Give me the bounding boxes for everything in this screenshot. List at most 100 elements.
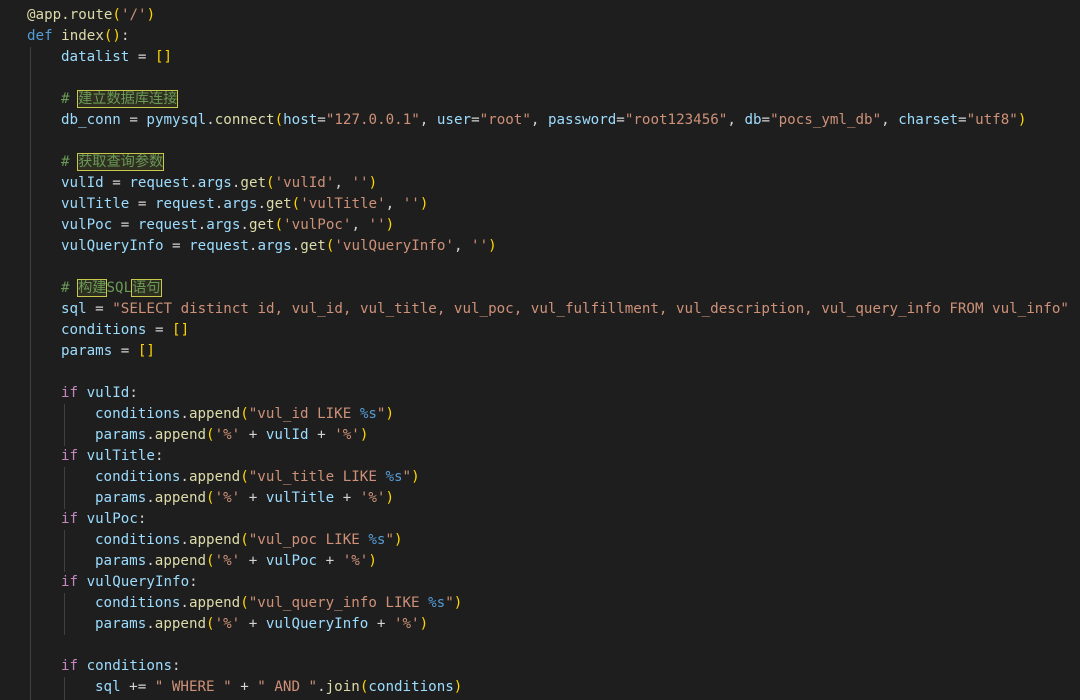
code-token: join xyxy=(325,679,360,695)
code-line[interactable]: conditions.append("vul_id LIKE %s") xyxy=(95,404,394,425)
code-token: ( xyxy=(112,7,121,23)
code-token: ) xyxy=(411,469,420,485)
code-token: [] xyxy=(154,49,173,65)
code-line[interactable]: conditions = [] xyxy=(61,320,189,341)
code-line[interactable]: if vulId: xyxy=(61,383,138,404)
code-line[interactable]: vulQueryInfo = request.args.get('vulQuer… xyxy=(61,236,497,257)
code-line[interactable]: if conditions: xyxy=(61,656,181,677)
code-token: = xyxy=(958,112,967,128)
code-token: = xyxy=(146,322,173,338)
code-token: 'vulPoc' xyxy=(283,217,352,233)
code-token: , xyxy=(727,112,745,128)
code-line[interactable]: if vulQueryInfo: xyxy=(61,572,198,593)
code-token: : xyxy=(189,574,198,590)
code-line[interactable]: # 构建SQL语句 xyxy=(61,278,162,299)
code-line[interactable]: params.append('%' + vulQueryInfo + '%') xyxy=(95,614,428,635)
code-token: , xyxy=(881,112,899,128)
code-token: append xyxy=(154,616,207,632)
code-token: ( xyxy=(206,490,215,506)
code-token: db_conn xyxy=(61,112,121,128)
code-token: "vul_poc LIKE xyxy=(248,532,369,548)
code-line[interactable]: def index(): xyxy=(27,26,130,47)
code-token: sql xyxy=(61,301,87,317)
code-token: params xyxy=(95,490,147,506)
code-token: . xyxy=(197,217,207,233)
code-line[interactable]: if vulTitle: xyxy=(61,446,164,467)
code-line[interactable]: conditions.append("vul_title LIKE %s") xyxy=(95,467,420,488)
code-token: '%' xyxy=(359,490,386,506)
code-line[interactable]: sql += " WHERE " + " AND ".join(conditio… xyxy=(95,677,462,698)
code-token: + xyxy=(308,427,335,443)
code-token: '/' xyxy=(120,7,147,23)
code-token: if xyxy=(61,448,87,464)
code-token: datalist xyxy=(61,49,130,65)
code-token: ( xyxy=(240,532,249,548)
code-token: = xyxy=(103,175,130,191)
code-token: 语句 xyxy=(131,279,162,297)
code-token: "root" xyxy=(479,112,531,128)
code-token: " WHERE " xyxy=(154,679,232,695)
code-token: ( xyxy=(240,469,249,485)
code-token: vulTitle xyxy=(265,490,335,506)
code-token: sql xyxy=(95,679,121,695)
code-token: . xyxy=(240,217,249,233)
code-line[interactable]: # 建立数据库连接 xyxy=(61,89,179,110)
code-token: ) xyxy=(385,217,395,233)
code-token: '' xyxy=(351,175,369,191)
code-token: ) xyxy=(385,406,394,422)
indent-guide xyxy=(64,593,65,635)
code-line[interactable]: db_conn = pymysql.connect(host="127.0.0.… xyxy=(61,110,1026,131)
code-line[interactable]: params.append('%' + vulId + '%') xyxy=(95,425,368,446)
code-token: ( xyxy=(291,196,301,212)
code-editor[interactable]: @app.route('/') def index(): datalist = []… xyxy=(0,0,1080,700)
code-line[interactable]: vulId = request.args.get('vulId', '') xyxy=(61,173,377,194)
code-token: vulId xyxy=(265,427,309,443)
code-line[interactable]: vulPoc = request.args.get('vulPoc', '') xyxy=(61,215,394,236)
code-token: = xyxy=(129,196,155,212)
indent-guide xyxy=(64,530,65,572)
code-token: , xyxy=(334,175,352,191)
code-token: conditions xyxy=(368,679,454,695)
code-token: : xyxy=(172,658,181,674)
code-token: append xyxy=(154,553,207,569)
code-token: conditions xyxy=(95,595,181,611)
code-line[interactable]: datalist = [] xyxy=(61,47,172,68)
code-token: . xyxy=(180,595,189,611)
code-token: + xyxy=(240,490,266,506)
code-token: @app.route xyxy=(27,7,113,23)
code-token: ) xyxy=(359,427,369,443)
code-line[interactable]: sql = "SELECT distinct id, vul_id, vul_t… xyxy=(61,299,1069,320)
code-token: "utf8" xyxy=(966,112,1018,128)
indent-guide xyxy=(64,404,65,446)
code-line[interactable]: params.append('%' + vulTitle + '%') xyxy=(95,488,394,509)
code-token: ( xyxy=(240,595,249,611)
code-token: append xyxy=(188,469,241,485)
code-token: ) xyxy=(146,7,156,23)
code-token: "pocs_yml_db" xyxy=(770,112,882,128)
code-token: vulPoc xyxy=(61,217,113,233)
code-line[interactable]: # 获取查询参数 xyxy=(61,152,165,173)
code-token: ( xyxy=(240,406,249,422)
code-token: if xyxy=(61,385,87,401)
code-line[interactable]: vulTitle = request.args.get('vulTitle', … xyxy=(61,194,428,215)
code-token: %s xyxy=(385,469,403,485)
code-line[interactable]: if vulPoc: xyxy=(61,509,146,530)
code-token: SQL xyxy=(106,280,133,296)
code-line[interactable]: params = [] xyxy=(61,341,155,362)
code-token: = xyxy=(112,217,138,233)
code-token: db xyxy=(744,112,762,128)
code-token: += xyxy=(120,679,155,695)
code-token: = xyxy=(163,238,190,254)
code-token: " AND " xyxy=(257,679,318,695)
code-line[interactable]: conditions.append("vul_query_info LIKE %… xyxy=(95,593,462,614)
code-line[interactable]: @app.route('/') xyxy=(27,5,155,26)
code-line[interactable]: conditions.append("vul_poc LIKE %s") xyxy=(95,530,403,551)
code-line[interactable]: params.append('%' + vulPoc + '%') xyxy=(95,551,377,572)
code-token: user xyxy=(436,112,472,128)
code-token: append xyxy=(188,532,241,548)
code-token: password xyxy=(547,112,617,128)
code-token: . xyxy=(291,238,301,254)
code-token: '%' xyxy=(214,490,241,506)
code-token: 建立数据库连接 xyxy=(77,90,179,108)
code-token: , xyxy=(351,217,369,233)
